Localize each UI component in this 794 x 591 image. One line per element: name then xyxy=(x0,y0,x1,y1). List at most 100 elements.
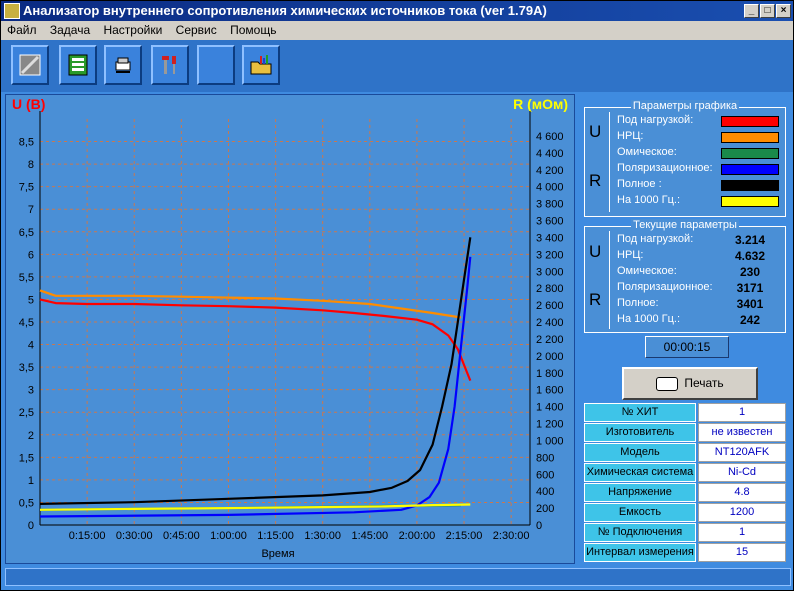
menu-task[interactable]: Задача xyxy=(46,21,94,40)
right-panel: Параметры графика U R Под нагрузкой: НРЦ… xyxy=(579,94,791,564)
graph-param-label: Полное : xyxy=(617,178,662,190)
right-tick-label: 3 400 xyxy=(536,232,564,244)
info-value[interactable]: не известен xyxy=(698,423,786,442)
right-tick-label: 1 600 xyxy=(536,385,564,397)
graph-params-title: Параметры графика xyxy=(630,100,740,112)
graph-param-color-swatch[interactable] xyxy=(721,116,779,127)
menu-help[interactable]: Помощь xyxy=(226,21,280,40)
left-tick-label: 2,5 xyxy=(19,407,34,419)
current-param-label: НРЦ: xyxy=(617,249,644,261)
left-tick-label: 1 xyxy=(28,475,34,487)
right-tick-label: 600 xyxy=(536,469,554,481)
info-row: № ХИТ 1 xyxy=(584,403,786,422)
right-tick-label: 3 200 xyxy=(536,249,564,261)
right-axis-label: R (мОм) xyxy=(513,96,568,112)
menu-service[interactable]: Сервис xyxy=(172,21,221,40)
info-label: № Подключения xyxy=(584,523,696,542)
current-params-group: Текущие параметры U R Под нагрузкой: 3.2… xyxy=(584,219,786,333)
x-tick-label: 1:00:00 xyxy=(210,530,247,542)
left-tick-label: 6,5 xyxy=(19,227,34,239)
current-param-value: 3171 xyxy=(736,281,764,295)
left-axis-label: U (В) xyxy=(12,96,45,112)
left-tick-label: 2 xyxy=(28,430,34,442)
right-tick-label: 4 600 xyxy=(536,131,564,143)
chip-board-icon xyxy=(68,54,88,76)
x-axis-label: Время xyxy=(261,548,294,560)
right-tick-label: 1 800 xyxy=(536,368,564,380)
graph-param-color-swatch[interactable] xyxy=(721,132,779,143)
minimize-button[interactable]: _ xyxy=(744,4,759,18)
info-label: Модель xyxy=(584,443,696,462)
right-tick-label: 4 000 xyxy=(536,182,564,194)
graph-param-color-swatch[interactable] xyxy=(721,164,779,175)
info-label: Емкость xyxy=(584,503,696,522)
right-tick-label: 4 200 xyxy=(536,165,564,177)
info-label: № ХИТ xyxy=(584,403,696,422)
info-row: Модель NT120AFK xyxy=(584,443,786,462)
left-tick-label: 3 xyxy=(28,385,34,397)
right-tick-label: 1 400 xyxy=(536,402,564,414)
menu-file[interactable]: Файл xyxy=(3,21,41,40)
right-tick-label: 1 200 xyxy=(536,419,564,431)
graph-param-color-swatch[interactable] xyxy=(721,196,779,207)
info-row: № Подключения 1 xyxy=(584,523,786,542)
toolbar-board-button[interactable] xyxy=(59,45,97,85)
graph-param-color-swatch[interactable] xyxy=(721,180,779,191)
toolbar-tools-button[interactable] xyxy=(151,45,189,85)
menu-bar: Файл Задача Настройки Сервис Помощь xyxy=(1,21,793,40)
info-row: Напряжение 4.8 xyxy=(584,483,786,502)
current-param-label: Поляризационное: xyxy=(617,281,713,293)
toolbar xyxy=(1,40,793,92)
u-letter: U xyxy=(589,242,602,261)
info-label: Напряжение xyxy=(584,483,696,502)
right-tick-label: 2 600 xyxy=(536,300,564,312)
right-tick-label: 2 400 xyxy=(536,317,564,329)
info-value[interactable]: 15 xyxy=(698,543,786,562)
right-tick-label: 2 200 xyxy=(536,334,564,346)
current-param-label: Омическое: xyxy=(617,265,677,277)
u-letter: U xyxy=(589,122,602,141)
right-tick-label: 800 xyxy=(536,452,554,464)
maximize-button[interactable]: □ xyxy=(760,4,775,18)
print-button[interactable]: Печать xyxy=(622,367,758,400)
app-icon xyxy=(4,3,20,19)
info-value[interactable]: NT120AFK xyxy=(698,443,786,462)
toolbar-settings-button[interactable] xyxy=(104,45,142,85)
left-tick-label: 0,5 xyxy=(19,497,34,509)
info-value[interactable]: 1200 xyxy=(698,503,786,522)
toolbar-disk-button[interactable] xyxy=(11,45,49,85)
title-bar: Анализатор внутреннего сопротивления хим… xyxy=(1,1,793,21)
right-tick-label: 400 xyxy=(536,486,554,498)
graph-param-color-swatch[interactable] xyxy=(721,148,779,159)
print-label: Печать xyxy=(684,376,724,390)
graph-params-group: Параметры графика U R Под нагрузкой: НРЦ… xyxy=(584,100,786,217)
menu-settings[interactable]: Настройки xyxy=(99,21,166,40)
close-button[interactable]: × xyxy=(776,4,791,18)
left-tick-label: 5,5 xyxy=(19,272,34,284)
right-tick-label: 0 xyxy=(536,520,542,532)
info-value[interactable]: Ni-Cd xyxy=(698,463,786,482)
left-tick-label: 5 xyxy=(28,294,34,306)
right-tick-label: 3 000 xyxy=(536,266,564,278)
x-tick-label: 1:15:00 xyxy=(257,530,294,542)
current-param-value: 230 xyxy=(739,265,761,279)
toolbar-open-button[interactable] xyxy=(242,45,280,85)
voltage-resistance-chart: U (В) R (мОм) Время 0:15:00 0:30:00 0:45:0… xyxy=(12,96,568,560)
right-tick-label: 2 000 xyxy=(536,351,564,363)
toolbar-blank-button[interactable] xyxy=(197,45,235,85)
info-value[interactable]: 4.8 xyxy=(698,483,786,502)
x-tick-label: 2:15:00 xyxy=(446,530,483,542)
info-value[interactable]: 1 xyxy=(698,403,786,422)
left-tick-label: 6 xyxy=(28,249,34,261)
left-tick-label: 4,5 xyxy=(19,317,34,329)
disk-icon xyxy=(19,54,41,76)
left-tick-label: 3,5 xyxy=(19,362,34,374)
info-value[interactable]: 1 xyxy=(698,523,786,542)
left-tick-label: 7 xyxy=(28,204,34,216)
info-row: Емкость 1200 xyxy=(584,503,786,522)
r-letter: R xyxy=(589,290,602,309)
current-param-value: 3.214 xyxy=(734,233,766,247)
current-params-title: Текущие параметры xyxy=(631,219,739,231)
x-tick-label: 2:00:00 xyxy=(399,530,436,542)
timer-display: 00:00:15 xyxy=(645,336,729,358)
